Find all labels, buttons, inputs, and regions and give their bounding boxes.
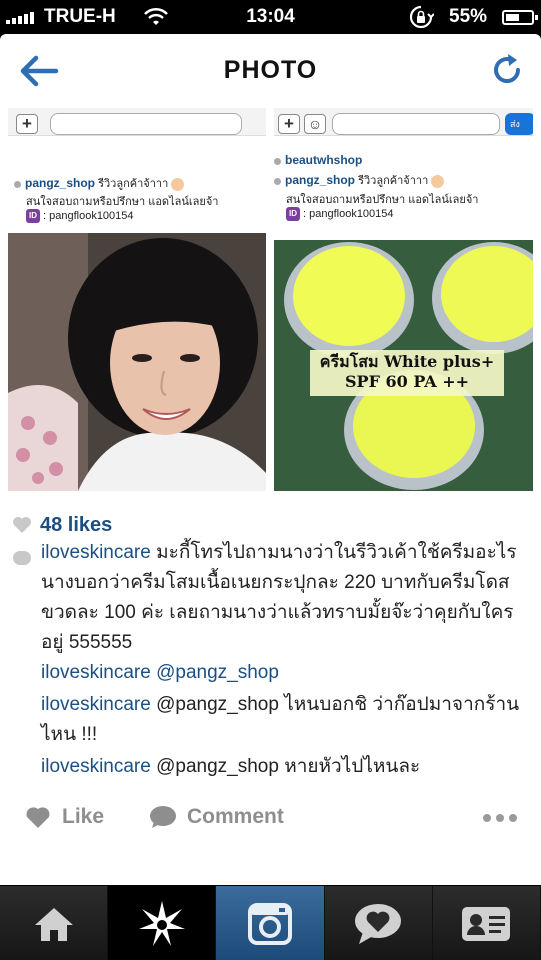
user-dot-icon	[14, 180, 21, 188]
collage-left: + pangz_shop รีวิวลูกค้าจ้าาา สนใจสอบถาม…	[8, 108, 266, 491]
comment-text: @pangz_shop หายหัวไปไหนละ	[150, 756, 421, 777]
likes-row[interactable]: 48 likes	[12, 511, 112, 539]
tab-explore[interactable]	[108, 886, 217, 960]
smile-icon: ☺	[304, 114, 326, 134]
mini-top-user: beautwhshop	[285, 153, 363, 167]
send-button: ส่ง	[505, 113, 533, 135]
collage-right: + ☺ ส่ง beautwhshop pangz_shop รีวิวลูกค…	[274, 108, 533, 491]
mini-caption: รีวิวลูกค้าจ้าาา	[98, 178, 169, 190]
comment-username[interactable]: iloveskincare	[41, 542, 151, 563]
like-label: Like	[62, 805, 105, 828]
id-badge-icon: ID	[26, 209, 40, 223]
id-badge-icon: ID	[286, 207, 300, 221]
tab-bar	[0, 885, 541, 960]
comment-item: iloveskincare @pangz_shop ไหนบอกชิ ว่าก๊…	[41, 690, 533, 750]
chat-input-bar: +	[8, 108, 266, 136]
mini-caption-row: pangz_shop รีวิวลูกค้าจ้าาา	[14, 174, 185, 192]
comment-username[interactable]: iloveskincare	[41, 694, 151, 715]
post-photo[interactable]: + pangz_shop รีวิวลูกค้าจ้าาา สนใจสอบถาม…	[8, 108, 533, 491]
rotation-lock-icon	[409, 5, 434, 29]
battery-icon	[502, 10, 538, 25]
comment-item: iloveskincare มะกี้โทรไปถามนางว่าในรีวิว…	[41, 538, 533, 658]
plus-icon: +	[16, 114, 38, 134]
explore-star-icon	[138, 900, 185, 946]
clap-emoji-icon	[171, 177, 185, 191]
chat-field	[50, 113, 242, 135]
product-label-line1: ครีมโสม White plus+	[319, 352, 495, 371]
mini-line-id-text: : pangflook100154	[43, 209, 134, 222]
mini-line-id: ID: pangflook100154	[286, 207, 394, 221]
more-options-icon[interactable]	[483, 814, 517, 822]
page-title: PHOTO	[223, 56, 318, 84]
comment-button[interactable]: Comment	[149, 798, 284, 836]
post-content: + pangz_shop รีวิวลูกค้าจ้าาา สนใจสอบถาม…	[0, 108, 541, 885]
nav-header: PHOTO	[0, 34, 541, 108]
chat-field	[332, 113, 500, 135]
mini-username: pangz_shop	[285, 173, 356, 187]
camera-icon	[248, 902, 292, 945]
mini-username: pangz_shop	[25, 176, 96, 190]
comment-username[interactable]: iloveskincare	[41, 756, 151, 777]
product-label-line2: SPF 60 PA ++	[344, 372, 469, 391]
tab-home[interactable]	[0, 886, 109, 960]
profile-card-icon	[462, 906, 511, 941]
plus-icon: +	[278, 114, 300, 134]
comment-bubble-icon	[13, 551, 31, 565]
selfie-image	[8, 233, 266, 491]
mini-line-id: ID: pangflook100154	[26, 209, 134, 223]
mini-line-id-text: : pangflook100154	[303, 207, 394, 220]
comment-bubble-icon	[150, 806, 176, 828]
activity-heart-bubble-icon	[355, 903, 402, 944]
comment-label: Comment	[187, 805, 284, 828]
mini-top-user-row: beautwhshop	[274, 153, 362, 167]
mini-line2: สนใจสอบถามหรือปรึกษา แอดไลน์เลยจ้า	[286, 194, 479, 206]
mini-line2: สนใจสอบถามหรือปรึกษา แอดไลน์เลยจ้า	[26, 196, 219, 208]
home-icon	[34, 907, 73, 941]
post-actions: Like Comment	[0, 798, 541, 836]
comment-item: iloveskincare @pangz_shop	[41, 658, 533, 688]
tab-camera[interactable]	[216, 886, 325, 960]
chat-input-bar-right: + ☺ ส่ง	[274, 108, 533, 136]
heart-icon	[26, 807, 50, 828]
user-dot-icon	[274, 177, 281, 185]
likes-count[interactable]: 48 likes	[40, 514, 112, 537]
like-button[interactable]: Like	[24, 798, 104, 836]
tab-activity[interactable]	[324, 886, 433, 960]
mini-caption-row: pangz_shop รีวิวลูกค้าจ้าาา	[274, 171, 445, 189]
comment-text[interactable]: @pangz_shop	[151, 662, 279, 683]
tab-profile[interactable]	[432, 886, 541, 960]
mini-caption: รีวิวลูกค้าจ้าาา	[358, 175, 429, 187]
cream-product-image: ครีมโสม White plus+ SPF 60 PA ++	[274, 240, 533, 491]
refresh-icon[interactable]	[489, 52, 525, 88]
heart-icon	[13, 517, 31, 533]
comment-username[interactable]: iloveskincare	[41, 662, 151, 683]
user-dot-icon	[274, 157, 281, 165]
comment-item: iloveskincare @pangz_shop หายหัวไปไหนละ	[41, 752, 533, 782]
battery-percent: 55%	[449, 6, 488, 27]
clap-emoji-icon	[431, 174, 445, 188]
status-bar: TRUE-H 13:04 55%	[0, 0, 541, 34]
